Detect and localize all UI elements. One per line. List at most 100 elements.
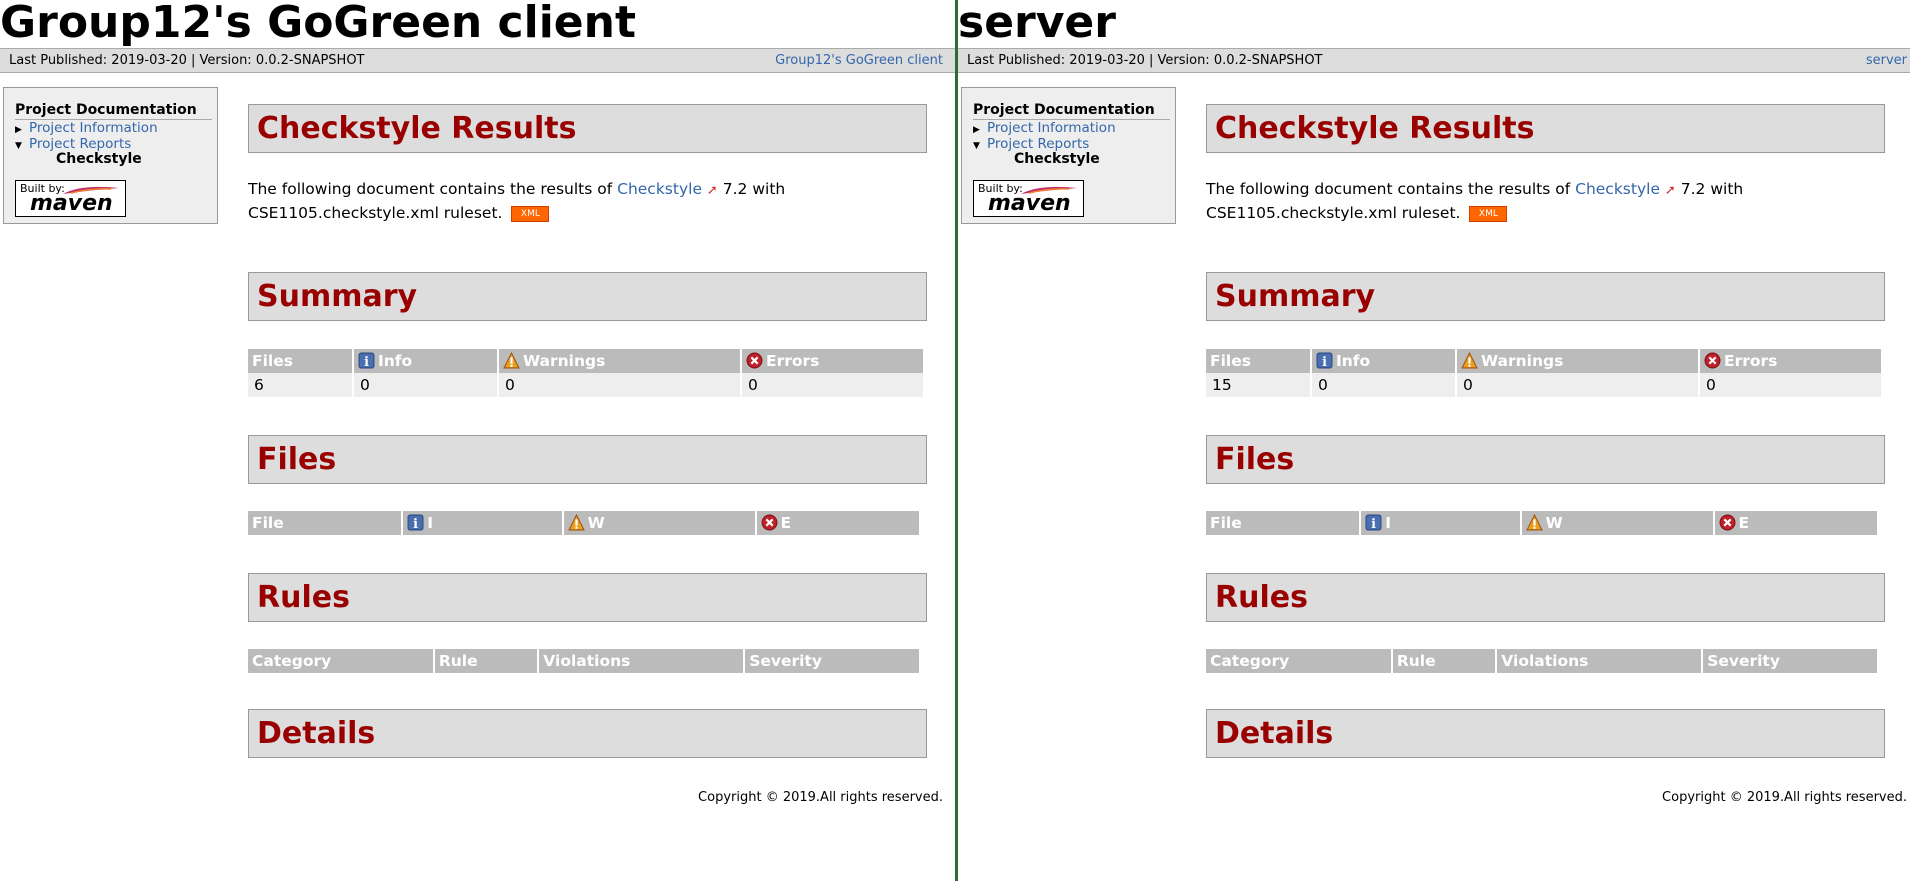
errors-label: Errors — [766, 352, 820, 370]
col-header-files: Files — [248, 349, 352, 373]
intro-paragraph: The following document contains the resu… — [248, 178, 928, 224]
info-icon: i — [358, 352, 375, 369]
section-title: Files — [1215, 442, 1295, 477]
warning-icon — [567, 514, 585, 531]
breadcrumb-bar: Last Published: 2019-03-20 | Version: 0.… — [0, 48, 955, 73]
section-summary: Summary — [248, 272, 927, 321]
info-label: Info — [1336, 352, 1371, 370]
nav-link-project-information[interactable]: Project Information — [987, 120, 1116, 136]
col-header-errors: Errors — [742, 349, 923, 373]
table-header-row: Files i Info Warnings Errors — [248, 349, 923, 373]
col-header-rule: Rule — [1392, 649, 1496, 673]
triangle-down-icon: ▼ — [15, 141, 22, 151]
publish-info: Last Published: 2019-03-20 | Version: 0.… — [9, 53, 365, 68]
i-label: I — [1385, 514, 1392, 532]
info-icon: i — [1365, 514, 1382, 531]
section-rules: Rules — [1206, 573, 1885, 622]
col-header-e: E — [1714, 511, 1877, 535]
section-checkstyle-results: Checkstyle Results — [248, 104, 927, 153]
section-checkstyle-results: Checkstyle Results — [1206, 104, 1885, 153]
i-label: I — [427, 514, 434, 532]
col-header-severity: Severity — [1703, 649, 1877, 673]
built-by-maven-logo[interactable]: Built by: maven — [973, 180, 1084, 217]
project-home-link[interactable]: Group12's GoGreen client — [775, 49, 943, 72]
section-details: Details — [248, 709, 927, 758]
external-link-icon: ➚ — [706, 183, 718, 198]
col-header-category: Category — [248, 649, 433, 673]
section-files: Files — [1206, 435, 1885, 484]
error-icon — [746, 352, 763, 369]
project-home-link[interactable]: server — [1866, 49, 1907, 72]
xml-badge-link[interactable]: XML — [511, 205, 550, 222]
client-report-pane: Group12's GoGreen client Last Published:… — [0, 0, 955, 881]
section-title: Checkstyle Results — [1215, 111, 1535, 146]
section-title: Rules — [257, 580, 350, 615]
info-icon: i — [407, 514, 424, 531]
section-title: Summary — [1215, 279, 1376, 314]
col-header-errors: Errors — [1700, 349, 1881, 373]
section-title: Summary — [257, 279, 418, 314]
summary-errors-count: 0 — [1700, 373, 1881, 397]
intro-text: The following document contains the resu… — [248, 180, 618, 198]
footer-copyright: Copyright © 2019.All rights reserved. — [698, 790, 943, 805]
warning-icon — [1525, 514, 1543, 531]
col-header-warnings: Warnings — [499, 349, 740, 373]
section-title: Rules — [1215, 580, 1308, 615]
table-header-row: Category Rule Violations Severity — [1206, 649, 1877, 673]
e-label: E — [1738, 514, 1750, 532]
col-header-info: i Info — [1312, 349, 1455, 373]
col-header-w: W — [1521, 511, 1713, 535]
warning-icon — [503, 352, 520, 369]
e-label: E — [780, 514, 792, 532]
nav-link-project-reports[interactable]: Project Reports — [987, 136, 1089, 152]
section-title: Details — [1215, 716, 1334, 751]
nav-heading: Project Documentation — [15, 101, 212, 120]
svg-text:i: i — [1371, 517, 1376, 531]
intro-text: The following document contains the resu… — [1206, 180, 1576, 198]
col-header-file: File — [1206, 511, 1360, 535]
sidebar-nav: Project Documentation ▶ Project Informati… — [961, 87, 1176, 224]
summary-table: Files i Info Warnings Errors 15 0 0 0 — [1204, 349, 1883, 397]
nav-link-project-reports[interactable]: Project Reports — [29, 136, 131, 152]
svg-text:i: i — [413, 517, 418, 531]
w-label: W — [1545, 514, 1563, 532]
section-files: Files — [248, 435, 927, 484]
svg-text:i: i — [364, 355, 369, 369]
col-header-warnings: Warnings — [1457, 349, 1698, 373]
section-summary: Summary — [1206, 272, 1885, 321]
col-header-w: W — [563, 511, 755, 535]
checkstyle-link[interactable]: Checkstyle — [1575, 180, 1660, 198]
triangle-down-icon: ▼ — [973, 141, 980, 151]
feather-icon — [63, 186, 119, 194]
rules-table: Category Rule Violations Severity — [246, 649, 921, 673]
xml-badge-link[interactable]: XML — [1469, 205, 1508, 222]
error-icon — [761, 514, 777, 531]
nav-link-project-information[interactable]: Project Information — [29, 120, 158, 136]
summary-warnings-count: 0 — [1457, 373, 1698, 397]
nav-item-checkstyle: Checkstyle — [1014, 151, 1100, 167]
summary-files-count: 6 — [248, 373, 352, 397]
table-row: 6 0 0 0 — [248, 373, 923, 397]
col-header-i: iI — [1361, 511, 1520, 535]
svg-text:i: i — [1322, 355, 1327, 369]
nav-heading: Project Documentation — [973, 101, 1170, 120]
col-header-info: i Info — [354, 349, 497, 373]
checkstyle-link[interactable]: Checkstyle — [617, 180, 702, 198]
footer-copyright: Copyright © 2019.All rights reserved. — [1662, 790, 1907, 805]
errors-label: Errors — [1724, 352, 1778, 370]
section-title: Files — [257, 442, 337, 477]
feather-icon — [1021, 186, 1077, 194]
summary-table: Files i Info Warnings Errors 6 0 0 0 — [246, 349, 925, 397]
server-report-pane: server Last Published: 2019-03-20 | Vers… — [958, 0, 1910, 881]
nav-item-checkstyle: Checkstyle — [56, 151, 142, 167]
col-header-rule: Rule — [434, 649, 538, 673]
built-by-maven-logo[interactable]: Built by: maven — [15, 180, 126, 217]
site-title: server — [958, 0, 1116, 48]
error-icon — [1719, 514, 1735, 531]
files-table: File iI W E — [1204, 511, 1879, 535]
col-header-violations: Violations — [539, 649, 744, 673]
table-header-row: File iI W E — [248, 511, 919, 535]
section-title: Checkstyle Results — [257, 111, 577, 146]
files-table: File iI W E — [246, 511, 921, 535]
warnings-label: Warnings — [523, 352, 606, 370]
